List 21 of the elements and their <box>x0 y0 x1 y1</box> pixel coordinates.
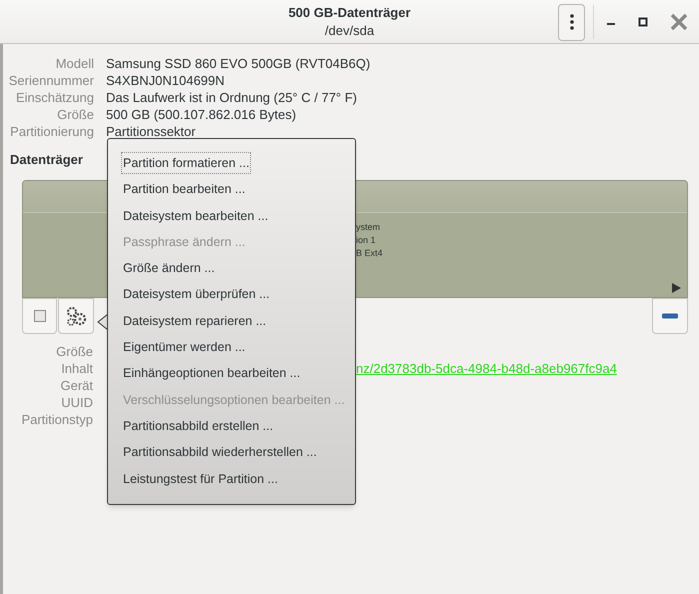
field-label: Einschätzung <box>14 89 94 106</box>
section-heading: Datenträger <box>10 151 83 168</box>
field-label: Inhalt <box>60 360 93 377</box>
field-label: Partitionierung <box>9 123 94 140</box>
partition-label: B Ext4 <box>356 247 383 260</box>
field-label: Modell <box>54 55 94 72</box>
window-title: 500 GB-Datenträger <box>288 4 411 22</box>
field-label: Partitionstyp <box>20 411 93 428</box>
field-label: Größe <box>55 343 93 360</box>
field-label: Seriennummer <box>8 72 94 89</box>
partition-label: ystem <box>356 221 382 234</box>
field-label: UUID <box>60 394 93 411</box>
field-label: Größe <box>56 106 94 123</box>
field-value: Samsung SSD 860 EVO 500GB (RVT04B6Q) <box>106 55 370 72</box>
field-label: Gerät <box>59 377 93 394</box>
field-value: Partitionssektor <box>106 123 196 140</box>
field-value: Das Laufwerk ist in Ordnung (25° C / 77° F) <box>106 89 357 106</box>
field-value: S4XBNJ0N104699N <box>106 72 225 89</box>
field-value: 500 GB (500.107.862.016 Bytes) <box>106 106 296 123</box>
partition-label: ion 1 <box>356 234 377 247</box>
window-subtitle: /dev/sda <box>324 22 374 40</box>
